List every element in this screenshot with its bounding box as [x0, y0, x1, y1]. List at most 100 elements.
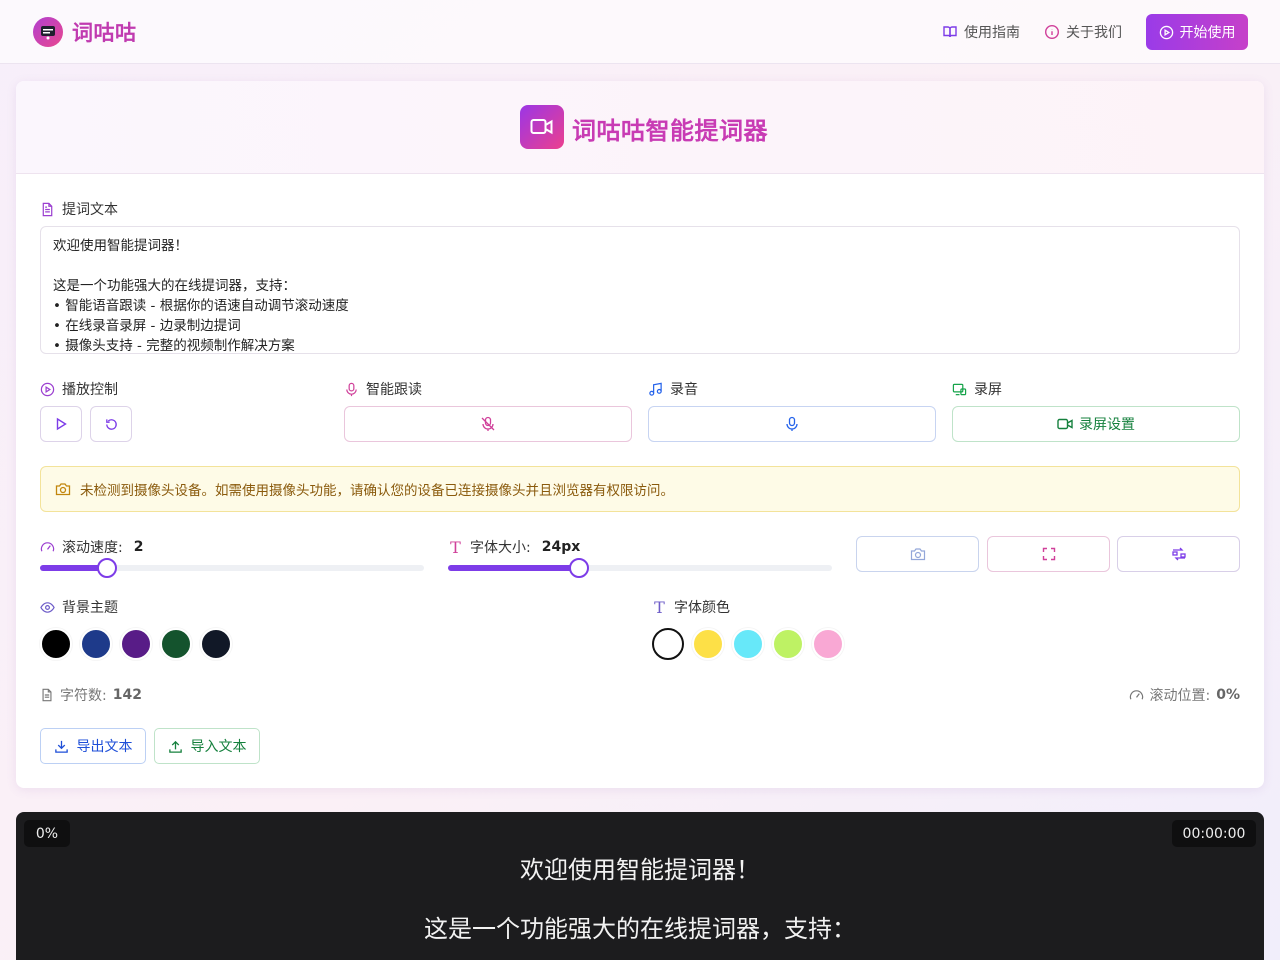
script-line: 这是一个功能强大的在线提词器，支持： — [53, 278, 296, 294]
upload-icon — [168, 740, 182, 753]
speed-slider[interactable] — [40, 558, 424, 578]
import-text-button[interactable]: 导入文本 — [154, 728, 260, 764]
font-size-slider[interactable] — [448, 558, 832, 578]
music-note-icon — [649, 382, 662, 396]
font-color-swatch[interactable] — [812, 628, 844, 660]
document-icon — [42, 202, 53, 216]
import-label: 导入文本 — [190, 739, 247, 755]
speed-label: 滚动速度: 2 — [40, 537, 143, 557]
speed-label-text: 滚动速度: — [62, 540, 123, 556]
bg-theme-swatch[interactable] — [80, 628, 112, 660]
font-color-label-text: 字体颜色 — [674, 600, 730, 616]
font-color-label: T 字体颜色 — [652, 597, 730, 617]
font-color-swatch[interactable] — [692, 628, 724, 660]
camera-alert-text: 未检测到摄像头设备。如需使用摄像头功能，请确认您的设备已连接摄像头并且浏览器有权… — [80, 483, 674, 499]
prompter-display[interactable]: 0% 00:00:00 欢迎使用智能提词器！ 这是一个功能强大的在线提词器，支持… — [16, 812, 1264, 960]
char-count-value: 142 — [112, 687, 142, 703]
brand-name[interactable]: 词咕咕 — [72, 17, 137, 47]
scroll-position-value: 0% — [1216, 687, 1240, 703]
top-nav: 词咕咕 使用指南 关于我们 开始使用 — [0, 0, 1280, 64]
download-icon — [54, 740, 68, 753]
bg-theme-swatch[interactable] — [200, 628, 232, 660]
fullscreen-button[interactable] — [987, 536, 1110, 572]
font-size-value: 24px — [541, 539, 581, 555]
reset-button[interactable] — [90, 406, 132, 442]
swap-icon — [1171, 547, 1186, 561]
font-size-slider-thumb[interactable] — [568, 558, 589, 578]
script-line: • 智能语音跟读 - 根据你的语速自动调节滚动速度 — [53, 298, 349, 314]
card-header: 词咕咕智能提词器 — [16, 81, 1264, 174]
script-textarea[interactable]: 欢迎使用智能提词器！ 这是一个功能强大的在线提词器，支持： • 智能语音跟读 - 根… — [40, 226, 1240, 354]
prompter-line: 欢迎使用智能提词器！ — [520, 856, 760, 884]
script-line — [53, 256, 1227, 276]
speed-value: 2 — [133, 539, 144, 555]
nav-about-label: 关于我们 — [1066, 25, 1122, 41]
font-size-slider-fill — [448, 565, 579, 571]
bg-theme-swatch[interactable] — [120, 628, 152, 660]
screen-settings-label: 录屏设置 — [1079, 417, 1135, 433]
teleprompter-card: 词咕咕智能提词器 提词文本 欢迎使用智能提词器！ 这是一个功能强大的在线提词器，支… — [16, 81, 1264, 788]
progress-badge: 0% — [24, 820, 70, 847]
font-color-swatch[interactable] — [772, 628, 804, 660]
nav-guide-link[interactable]: 使用指南 — [942, 22, 1020, 42]
video-icon — [1057, 418, 1073, 430]
reset-icon — [105, 418, 117, 430]
record-screen-label: 录屏 — [952, 379, 1002, 399]
camera-toggle-button[interactable] — [856, 536, 979, 572]
follow-label: 智能跟读 — [344, 379, 422, 399]
screen-settings-button[interactable]: 录屏设置 — [952, 406, 1240, 442]
microphone-icon — [346, 382, 357, 396]
follow-label-text: 智能跟读 — [366, 382, 422, 398]
text-type-icon: T — [450, 537, 461, 557]
eye-icon — [40, 601, 55, 613]
play-circle-icon — [40, 382, 55, 396]
font-size-label-text: 字体大小: — [470, 540, 531, 556]
nav-about-link[interactable]: 关于我们 — [1044, 22, 1122, 42]
play-button[interactable] — [40, 406, 82, 442]
start-label: 开始使用 — [1179, 25, 1236, 41]
smart-follow-button[interactable] — [344, 406, 632, 442]
fullscreen-icon — [1042, 547, 1055, 561]
gauge-icon — [1129, 689, 1143, 699]
char-count: 字符数: 142 — [40, 685, 142, 705]
scroll-position-label: 滚动位置: — [1149, 688, 1211, 704]
video-camera-icon — [520, 105, 564, 149]
camera-icon — [55, 483, 71, 496]
record-audio-button[interactable] — [648, 406, 936, 442]
bg-theme-label: 背景主题 — [40, 597, 118, 617]
font-color-swatch[interactable] — [652, 628, 684, 660]
bg-theme-swatch[interactable] — [40, 628, 72, 660]
text-type-icon: T — [654, 597, 665, 617]
text-label: 提词文本 — [40, 199, 118, 219]
mic-off-icon — [481, 416, 495, 431]
font-size-label: T 字体大小: 24px — [448, 537, 580, 557]
play-icon — [56, 417, 67, 431]
speed-slider-thumb[interactable] — [97, 558, 118, 578]
playback-label: 播放控制 — [40, 379, 118, 399]
play-circle-icon — [1159, 25, 1173, 39]
logo-icon[interactable] — [33, 17, 63, 47]
record-audio-label-text: 录音 — [670, 382, 698, 398]
timer-badge: 00:00:00 — [1172, 820, 1256, 847]
camera-icon — [910, 548, 925, 561]
page-title: 词咕咕智能提词器 — [572, 117, 768, 145]
text-label-text: 提词文本 — [62, 202, 118, 218]
microphone-icon — [786, 416, 798, 431]
document-icon — [42, 688, 52, 702]
export-text-button[interactable]: 导出文本 — [40, 728, 146, 764]
record-screen-label-text: 录屏 — [974, 382, 1002, 398]
screen-record-icon — [952, 383, 967, 395]
font-color-swatch[interactable] — [732, 628, 764, 660]
script-line: • 摄像头支持 - 完整的视频制作解决方案 — [53, 338, 295, 354]
script-line: 欢迎使用智能提词器！ — [53, 238, 188, 254]
export-label: 导出文本 — [76, 739, 133, 755]
info-icon — [1044, 24, 1060, 40]
record-audio-label: 录音 — [648, 379, 698, 399]
mirror-toggle-button[interactable] — [1117, 536, 1240, 572]
script-line: • 在线录音录屏 - 边录制边提词 — [53, 318, 241, 334]
prompter-line: 这是一个功能强大的在线提词器，支持： — [424, 915, 856, 943]
bg-theme-label-text: 背景主题 — [62, 600, 118, 616]
start-button[interactable]: 开始使用 — [1146, 14, 1248, 50]
char-count-label: 字符数: — [60, 688, 107, 704]
bg-theme-swatch[interactable] — [160, 628, 192, 660]
